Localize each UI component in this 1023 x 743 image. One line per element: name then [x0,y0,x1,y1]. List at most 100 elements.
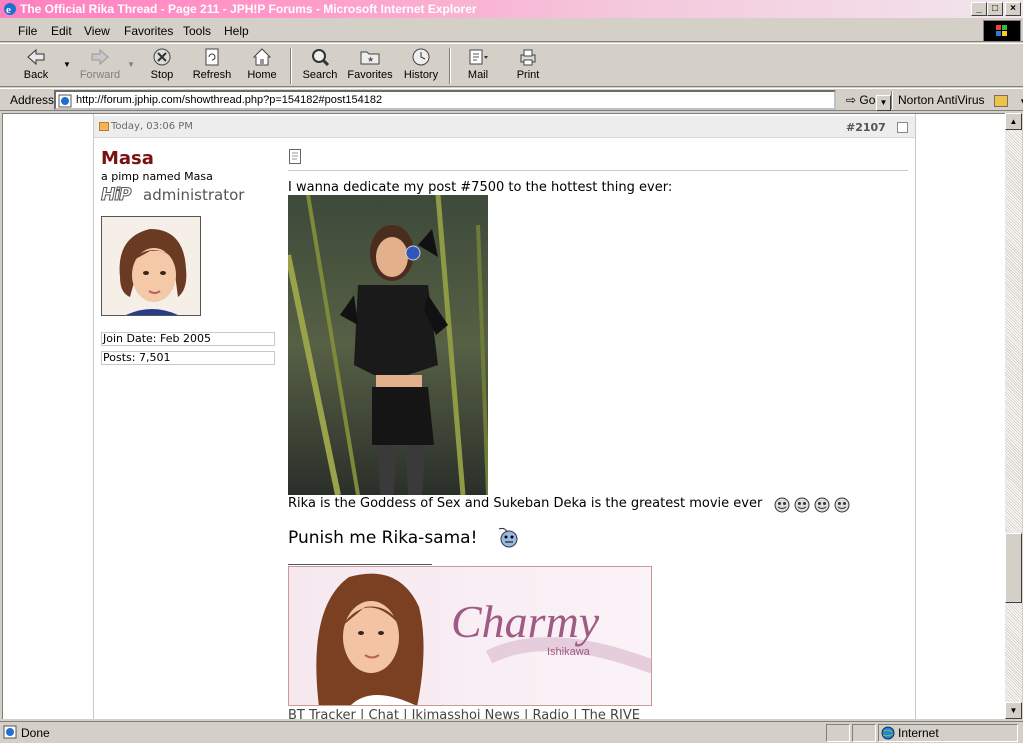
post-text-large: Punish me Rika-sama! [288,528,478,548]
printer-icon [520,49,536,66]
back-dropdown-icon[interactable]: ▼ [63,60,71,69]
norton-antivirus-button[interactable]: Norton AntiVirus ▼ [898,93,1023,107]
page-done-icon [3,725,17,739]
sig-link-radio[interactable]: Radio [532,708,569,719]
print-label: Print [516,69,540,81]
sig-link-bt-tracker[interactable]: BT Tracker [288,708,356,719]
forward-button[interactable]: Forward [76,47,124,85]
address-label: Address [10,93,55,107]
home-icon [252,48,272,66]
post-text-line: Rika is the Goddess of Sex and Sukeban D… [288,496,763,511]
status-pane [852,724,876,742]
mail-button[interactable]: Mail [458,47,498,85]
print-button[interactable]: Print [508,47,548,85]
svg-text:e: e [6,4,11,16]
avatar [101,216,201,316]
stop-label: Stop [150,69,174,81]
signature-banner[interactable]: Charmy Ishikawa [288,566,652,706]
svg-text:★: ★ [367,55,374,64]
sig-link-the-rive[interactable]: The RIVE [582,708,640,719]
home-label: Home [247,69,277,81]
norton-label: Norton AntiVirus [898,93,985,107]
rank-logo: HiP [101,185,132,206]
post-photo [288,195,488,495]
forward-label: Forward [79,69,121,81]
history-icon [412,48,430,66]
address-url[interactable]: http://forum.jphip.com/showthread.php?p=… [76,94,382,106]
post-divider [288,170,908,171]
address-separator [891,91,893,109]
norton-icon [993,94,1008,107]
toolbar-separator [290,48,292,84]
toolbar-separator [449,48,451,84]
mail-icon [469,49,488,65]
user-title: a pimp named Masa [101,170,213,183]
menu-tools[interactable]: Tools [183,24,211,38]
stop-button[interactable]: Stop [142,47,182,85]
scroll-up-icon[interactable]: ▲ [1005,113,1022,130]
whip-smiley-icon [498,527,518,548]
banner-subtitle: Ishikawa [547,646,591,658]
smiley-icon [774,497,790,513]
minimize-button[interactable]: _ [971,2,987,16]
post-status-icon [99,122,109,131]
go-arrow-icon: ⇨ [846,93,857,107]
username-link[interactable]: Masa [101,148,154,169]
menu-file[interactable]: File [18,24,37,38]
post-date: Today, 03:06 PM [111,121,193,132]
post-text-line: I wanna dedicate my post #7500 to the ho… [288,180,673,195]
search-label: Search [302,69,338,81]
refresh-label: Refresh [192,69,232,81]
smiley-icon [834,497,850,513]
page-icon [58,94,72,108]
forum-post: Today, 03:06 PM #2107 Masa a pimp named … [93,114,916,719]
back-label: Back [23,69,49,81]
post-header: Today, 03:06 PM #2107 [94,116,915,138]
sig-link-chat[interactable]: Chat [369,708,399,719]
globe-icon [881,726,895,740]
favorites-button[interactable]: ★ Favorites [345,47,395,85]
windows-logo-icon [983,20,1021,42]
post-count: Posts: 7,501 [101,351,275,365]
menu-favorites[interactable]: Favorites [124,24,173,38]
security-zone-text: Internet [898,726,939,740]
post-number-link[interactable]: #2107 [846,121,886,134]
join-date: Join Date: Feb 2005 [101,332,275,346]
mail-label: Mail [467,69,489,81]
window-title: The Official Rika Thread - Page 211 - JP… [20,2,477,16]
scroll-down-icon[interactable]: ▼ [1005,702,1022,719]
title-bar: e The Official Rika Thread - Page 211 - … [0,0,1023,18]
history-button[interactable]: History [400,47,442,85]
back-button[interactable]: Back [14,47,58,85]
forward-dropdown-icon[interactable]: ▼ [127,60,135,69]
menu-bar: File Edit View Favorites Tools Help [0,20,1023,42]
page-content: Today, 03:06 PM #2107 Masa a pimp named … [2,113,1005,719]
user-rank-image: HiP administrator [101,184,251,206]
norton-dropdown-icon[interactable]: ▼ [1019,97,1023,106]
close-button[interactable]: × [1005,2,1021,16]
status-text: Done [21,726,50,740]
maximize-button[interactable]: □ [987,2,1003,16]
vertical-scrollbar[interactable]: ▲ ▼ [1005,113,1022,719]
post-select-checkbox[interactable] [897,122,908,133]
banner-title: Charmy [451,596,600,647]
history-label: History [403,69,439,81]
stop-icon [153,48,171,66]
menu-help[interactable]: Help [224,24,249,38]
address-dropdown-icon[interactable]: ▼ [876,95,891,111]
menu-edit[interactable]: Edit [51,24,72,38]
scrollbar-thumb[interactable] [1005,533,1022,603]
menu-view[interactable]: View [84,24,110,38]
signature-divider [288,564,432,565]
status-pane [826,724,850,742]
toolbar: Back ▼ Forward ▼ Stop Refresh Home Searc… [0,43,1023,87]
status-bar: Done Internet [0,721,1023,743]
search-button[interactable]: Search [298,47,342,85]
favorites-label: Favorites [347,69,393,81]
go-button[interactable]: ⇨ Go [846,93,875,107]
sig-link-ikimasshoi-news[interactable]: Ikimasshoi News [412,708,520,719]
search-icon [312,49,330,67]
home-button[interactable]: Home [242,47,282,85]
address-input[interactable]: http://forum.jphip.com/showthread.php?p=… [54,90,891,111]
refresh-button[interactable]: Refresh [190,47,234,85]
